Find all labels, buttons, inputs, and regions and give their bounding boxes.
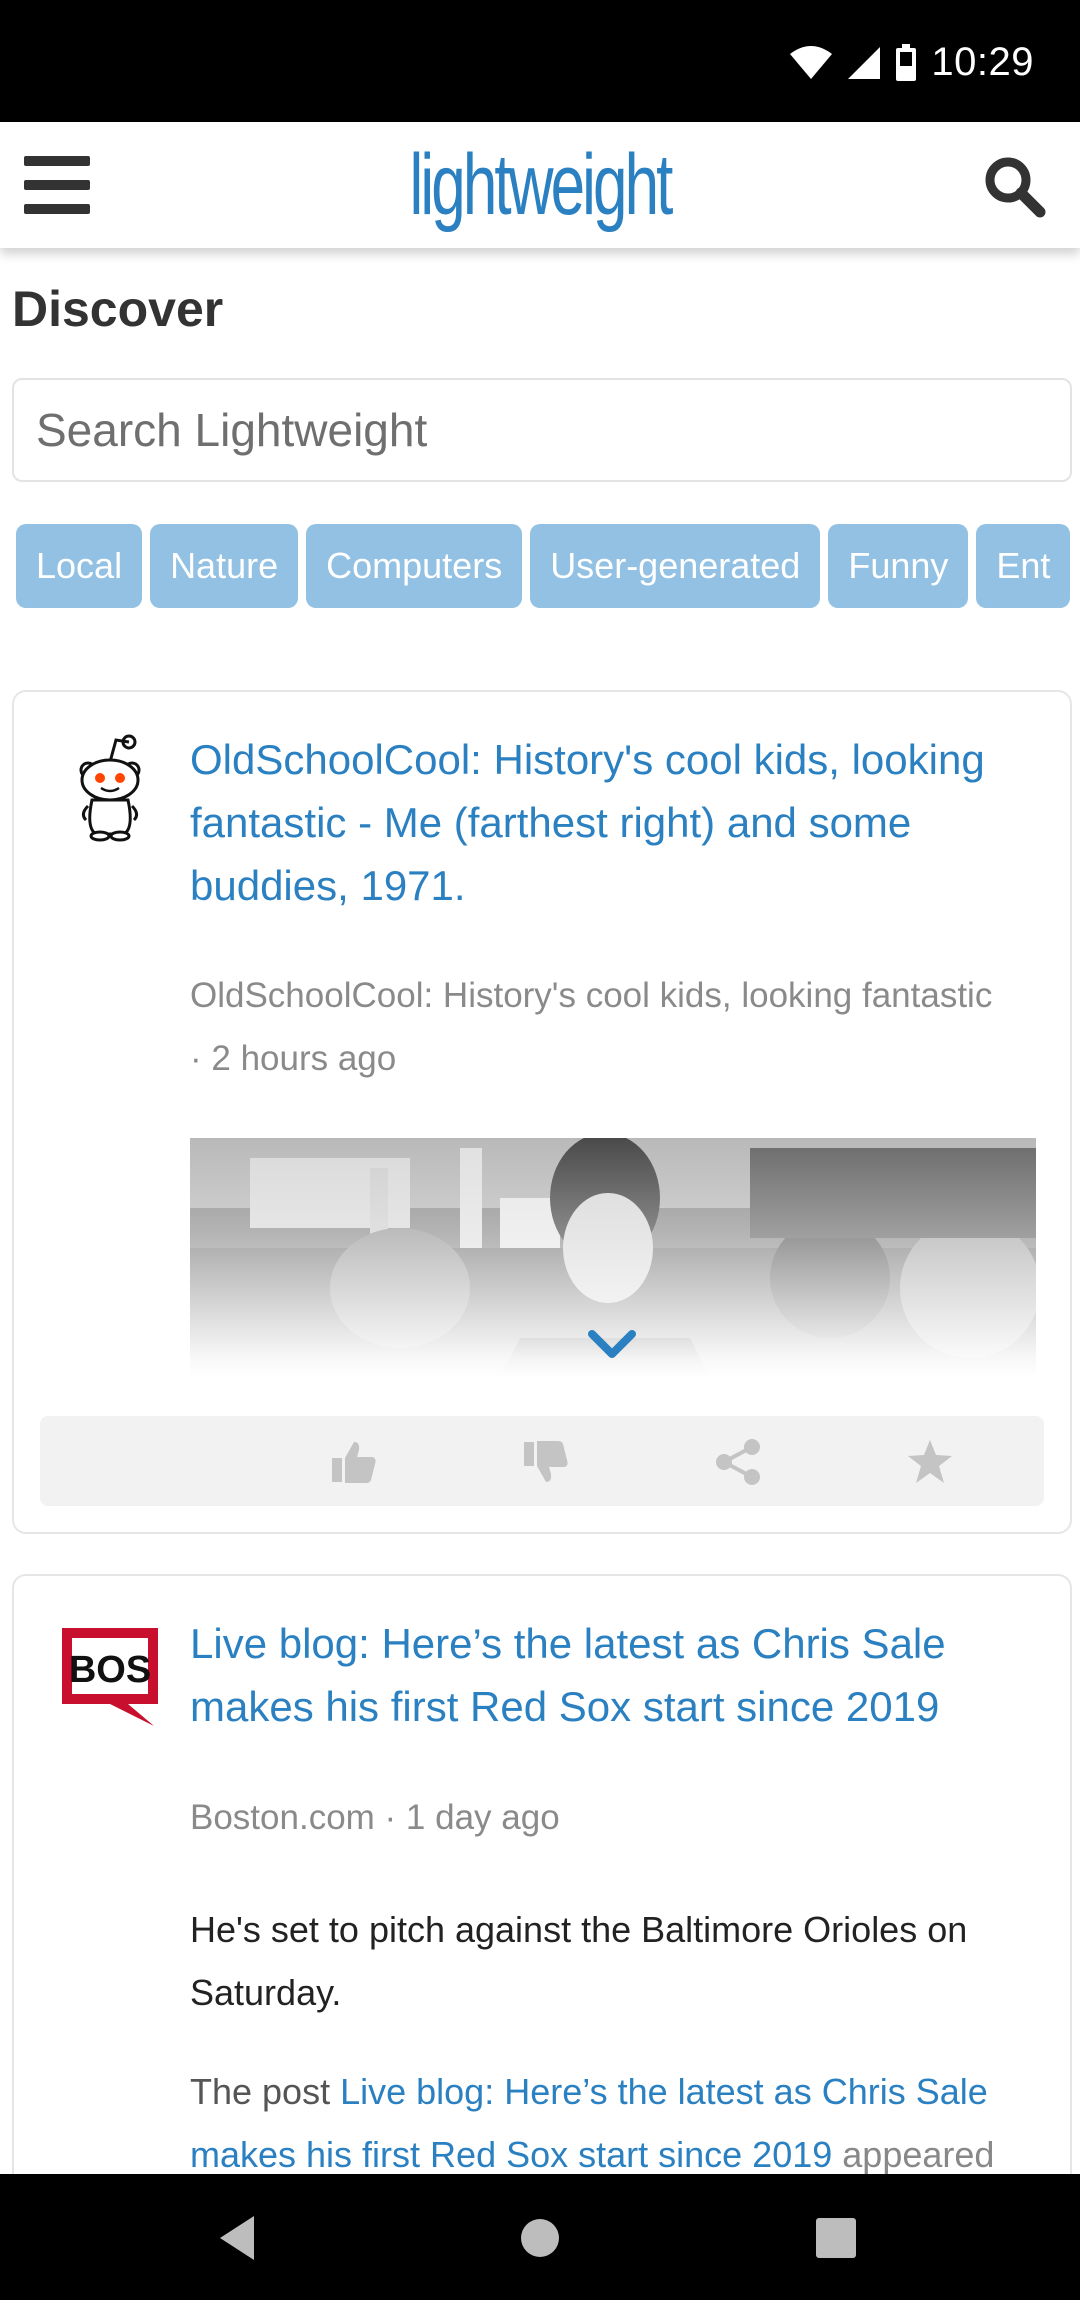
chevron-down-icon[interactable]: [587, 1326, 637, 1366]
back-icon[interactable]: [212, 2210, 268, 2266]
page-title: Discover: [12, 281, 224, 337]
chip-nature[interactable]: Nature: [150, 524, 299, 608]
wifi-icon: [790, 45, 833, 79]
thumbs-up-icon[interactable]: [330, 1438, 378, 1486]
attribution-prefix: The post: [190, 2071, 341, 2112]
chip-computers[interactable]: Computers: [306, 524, 523, 608]
search-button[interactable]: [980, 152, 1050, 222]
attribution-suffix: appeared: [832, 2134, 995, 2175]
share-icon[interactable]: [714, 1438, 762, 1486]
chip-funny[interactable]: Funny: [828, 524, 969, 608]
app-bar: lightweight: [0, 122, 1080, 248]
post-source: OldSchoolCool: History's cool kids, look…: [190, 976, 993, 1015]
post-meta: Boston.com · 1 day ago: [190, 1798, 560, 1837]
chip-local[interactable]: Local: [16, 524, 143, 608]
boston-com-logo: BOS: [62, 1628, 158, 1726]
battery-icon: [896, 43, 917, 81]
post-time: · 2 hours ago: [190, 1039, 397, 1078]
recents-icon[interactable]: [808, 2210, 864, 2266]
post-actions: [40, 1416, 1044, 1506]
post-image[interactable]: [190, 1138, 1036, 1378]
star-icon[interactable]: [906, 1438, 954, 1486]
post-title[interactable]: Live blog: Here’s the latest as Chris Sa…: [190, 1612, 1050, 1738]
status-time: 10:29: [931, 40, 1034, 84]
category-chips: Local Nature Computers User-generated Funny E…: [16, 524, 1072, 610]
menu-button[interactable]: [24, 156, 94, 216]
hamburger-icon-line: [24, 204, 90, 214]
search-icon: [985, 157, 1046, 218]
status-icons: 10:29: [789, 40, 1034, 85]
logo-text: BOS: [69, 1649, 151, 1691]
post-card: OldSchoolCool: History's cool kids, look…: [12, 690, 1072, 1534]
post-title[interactable]: OldSchoolCool: History's cool kids, look…: [190, 728, 1050, 917]
hamburger-icon-line: [24, 180, 90, 190]
chip-entertainment[interactable]: Ent: [976, 524, 1071, 608]
post-meta: OldSchoolCool: History's cool kids, look…: [190, 964, 1050, 1090]
chip-user-generated[interactable]: User-generated: [530, 524, 821, 608]
search-input[interactable]: [12, 378, 1072, 482]
post-attribution: The post Live blog: Here’s the latest as…: [190, 2060, 1050, 2186]
home-icon[interactable]: [512, 2210, 568, 2266]
status-bar: 10:29: [0, 0, 1080, 122]
thumbs-down-icon[interactable]: [522, 1438, 570, 1486]
reddit-alien-icon: [79, 734, 141, 842]
system-nav-bar: [0, 2174, 1080, 2300]
post-excerpt: He's set to pitch against the Baltimore …: [190, 1909, 968, 2013]
hamburger-icon: [24, 156, 90, 166]
cell-signal-icon: [848, 46, 881, 79]
brand-logo: lightweight: [409, 137, 674, 233]
